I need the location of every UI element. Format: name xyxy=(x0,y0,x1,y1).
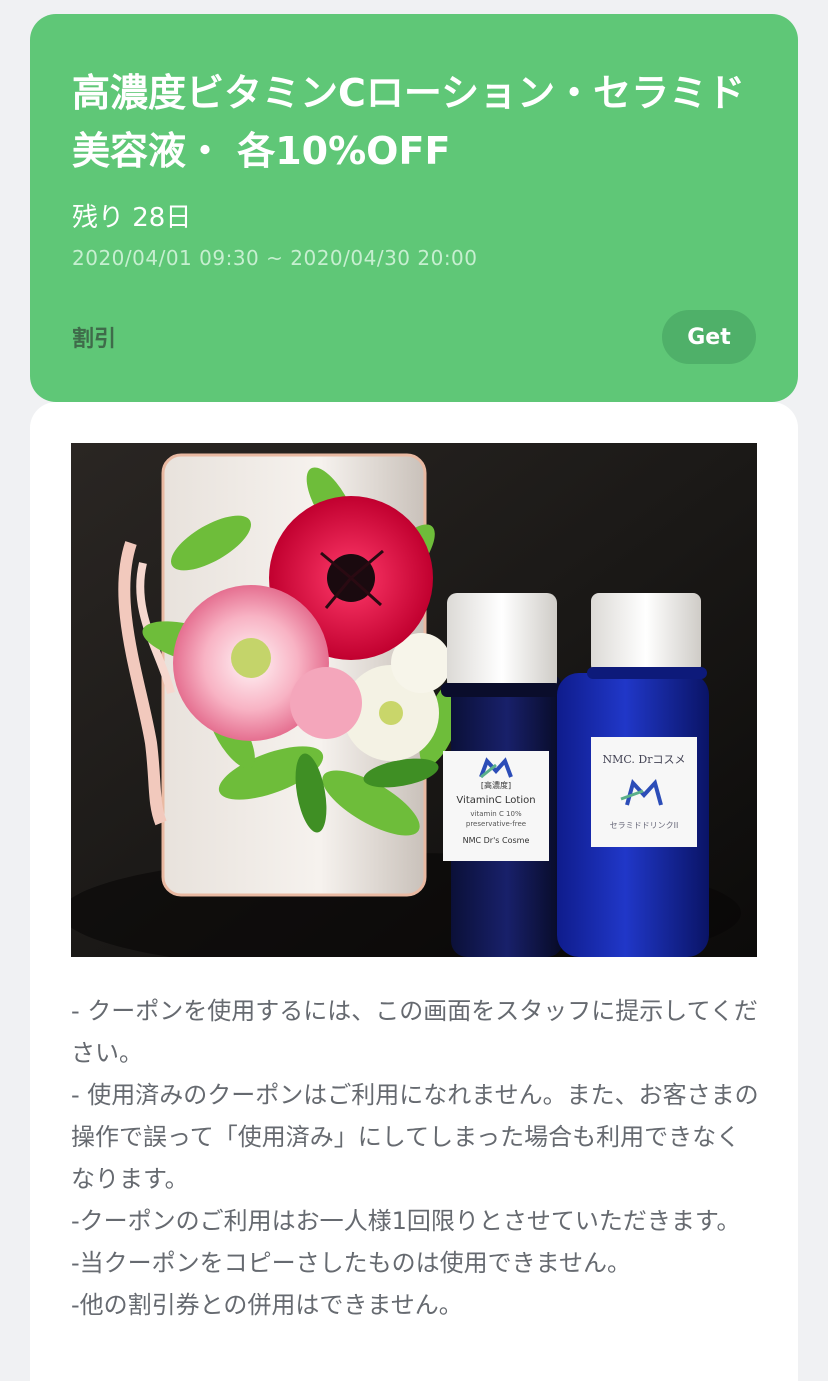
left-bottle-label-1: [高濃度] xyxy=(481,780,511,790)
remaining-days: 残り 28日 xyxy=(72,203,192,233)
left-bottle-label-2: VitaminC Lotion xyxy=(456,795,535,806)
coupon-footer: 割引 Get xyxy=(72,310,756,364)
note-item: -当クーポンをコピーさしたものは使用できません。 xyxy=(71,1249,631,1277)
coupon-page: 高濃度ビタミンCローション・セラミド美容液・ 各10%OFF 残り 28日 20… xyxy=(0,0,828,1381)
valid-period: 2020/04/01 09:30 ~ 2020/04/30 20:00 xyxy=(72,246,478,270)
coupon-header-card: 高濃度ビタミンCローション・セラミド美容液・ 各10%OFF 残り 28日 20… xyxy=(30,14,798,402)
left-bottle-label-3: vitamin C 10% xyxy=(470,810,522,818)
coupon-detail-card: [高濃度] VitaminC Lotion vitamin C 10% pres… xyxy=(30,402,798,1381)
left-bottle-label-5: NMC Dr's Cosme xyxy=(463,836,530,845)
product-photo: [高濃度] VitaminC Lotion vitamin C 10% pres… xyxy=(71,443,757,957)
get-coupon-button[interactable]: Get xyxy=(662,310,756,364)
note-item: - 使用済みのクーポンはご利用になれません。また、お客さまの操作で誤って「使用済… xyxy=(71,1081,759,1193)
left-bottle-label-4: preservative-free xyxy=(466,820,526,828)
category-label: 割引 xyxy=(72,327,117,352)
coupon-usage-notes: - クーポンを使用するには、この画面をスタッフに提示してください。 - 使用済み… xyxy=(71,990,761,1326)
right-bottle-label-1: NMC. Drコスメ xyxy=(603,753,686,766)
note-item: -他の割引券との併用はできません。 xyxy=(71,1291,463,1319)
note-item: -クーポンのご利用はお一人様1回限りとさせていただきます。 xyxy=(71,1207,741,1235)
product-photo-illustration: [高濃度] VitaminC Lotion vitamin C 10% pres… xyxy=(71,443,757,957)
right-bottle-label-2: セラミドドリンクII xyxy=(610,821,679,830)
coupon-title: 高濃度ビタミンCローション・セラミド美容液・ 各10%OFF xyxy=(72,71,746,173)
note-item: - クーポンを使用するには、この画面をスタッフに提示してください。 xyxy=(71,997,758,1067)
